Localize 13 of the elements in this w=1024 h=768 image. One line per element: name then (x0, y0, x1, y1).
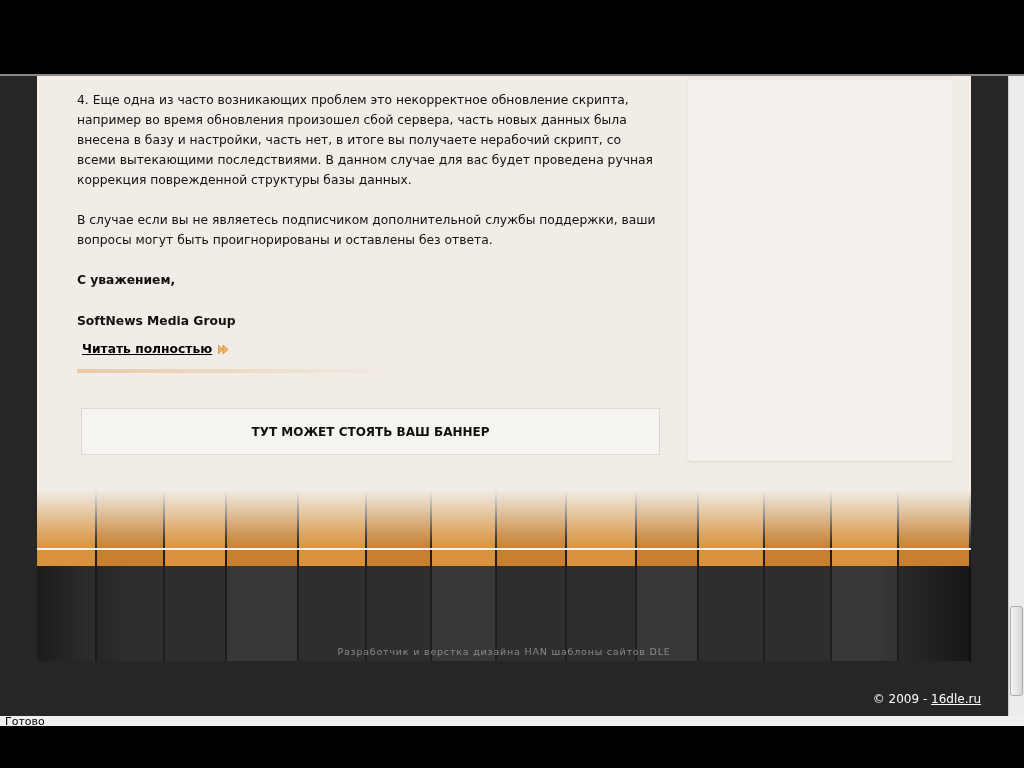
article-paragraph: 4. Еще одна из часто возникающих проблем это некорректное обновление скрипта, например во время обновления произошел сбой сервера, часть новых данных была внесена в базу и настройки, часть нет, в итоге вы получаете нерабочий скрипт, со всеми вытекающими последствиями. В данном случае для вас будет проведена ручная коррекция поврежденной структуры базы данных. (77, 92, 654, 189)
scrollbar[interactable] (1008, 76, 1024, 716)
credits-text: Разработчик и верстка дизайна HAN шаблоны сайтов DLE (336, 646, 672, 657)
read-more-link[interactable]: Читать полностью (82, 339, 213, 359)
scroll-thumb[interactable] (1010, 606, 1023, 696)
status-text: Готово (5, 715, 45, 728)
article-paragraph: В случае если вы не являетесь подписчиком дополнительной службы поддержки, ваши вопросы могут быть проигнорированы и оставлены без ответа. (77, 212, 657, 249)
closing-text: С уважением, (77, 272, 177, 289)
copyright-text: © 2009 - 16dle.ru (872, 692, 981, 706)
banner-text: ТУТ МОЖЕТ СТОЯТЬ ВАШ БАННЕР (251, 423, 490, 441)
signature-text: SoftNews Media Group (77, 313, 237, 330)
site-link[interactable]: 16dle.ru (931, 692, 981, 706)
double-arrow-icon (218, 344, 230, 354)
